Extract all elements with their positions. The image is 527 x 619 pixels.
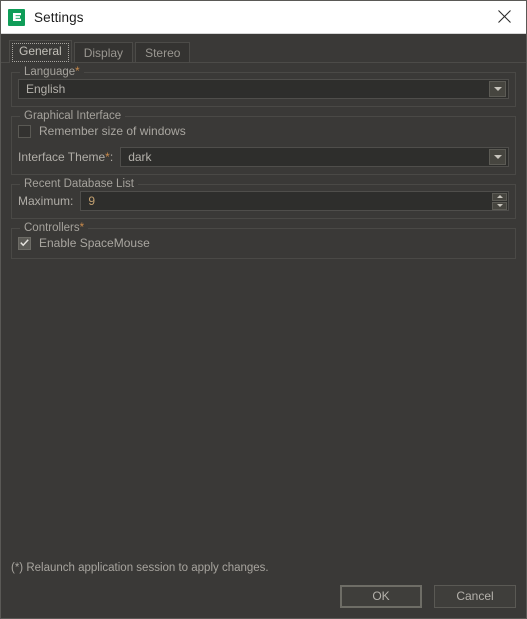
triangle-up-icon[interactable]	[492, 192, 507, 201]
chevron-down-glyph	[493, 87, 502, 91]
maximum-value[interactable]: 9	[81, 194, 492, 208]
group-graphical-interface: Graphical Interface Remember size of win…	[11, 110, 516, 175]
remember-size-checkbox-row[interactable]: Remember size of windows	[18, 123, 509, 139]
group-controllers-title: Controllers*	[20, 222, 89, 234]
maximum-spinner-buttons	[492, 192, 507, 210]
interface-theme-label-colon: :	[109, 150, 114, 164]
remember-size-label: Remember size of windows	[39, 124, 186, 138]
group-recent-database-list-title: Recent Database List	[20, 178, 138, 190]
tab-bar: General Display Stereo	[1, 39, 526, 63]
enable-spacemouse-checkbox[interactable]	[18, 236, 31, 250]
cancel-button[interactable]: Cancel	[434, 585, 516, 608]
group-controllers: Controllers* Enable SpaceMouse	[11, 222, 516, 259]
general-tab-panel: Language* English Graphical Interface Re…	[1, 63, 526, 562]
settings-window: Settings General Display Stereo Language…	[0, 0, 527, 619]
group-recent-database-list: Recent Database List Maximum: 9	[11, 178, 516, 219]
tab-display-label: Display	[83, 46, 124, 60]
group-language-label: Language	[24, 66, 76, 78]
triangle-up-glyph	[496, 195, 503, 198]
relaunch-note: (*) Relaunch application session to appl…	[11, 562, 269, 574]
triangle-down-icon[interactable]	[492, 201, 507, 210]
chevron-down-icon[interactable]	[489, 81, 506, 97]
language-combobox[interactable]: English	[18, 79, 509, 99]
language-value: English	[26, 82, 66, 96]
window-title: Settings	[34, 9, 84, 25]
ok-button-label: OK	[372, 589, 390, 603]
group-language: Language* English	[11, 66, 516, 107]
enable-spacemouse-checkbox-row[interactable]: Enable SpaceMouse	[18, 235, 509, 251]
interface-theme-value: dark	[128, 150, 152, 164]
group-graphical-interface-title: Graphical Interface	[20, 110, 126, 122]
maximum-row: Maximum: 9	[18, 191, 509, 211]
interface-theme-row: Interface Theme*: dark	[18, 147, 509, 167]
checkmark-icon	[20, 239, 29, 247]
ok-button[interactable]: OK	[340, 585, 422, 608]
tab-stereo[interactable]: Stereo	[135, 42, 191, 63]
tab-stereo-label: Stereo	[145, 46, 181, 60]
interface-theme-combobox[interactable]: dark	[120, 147, 509, 167]
triangle-down-glyph	[496, 204, 503, 207]
group-language-title: Language*	[20, 66, 84, 78]
group-controllers-label: Controllers	[24, 222, 80, 234]
title-bar: Settings	[1, 1, 526, 34]
close-icon[interactable]	[482, 1, 526, 32]
tab-general[interactable]: General	[9, 40, 72, 63]
required-marker-icon: *	[79, 222, 85, 234]
tab-general-label: General	[19, 44, 62, 58]
dialog-footer: (*) Relaunch application session to appl…	[1, 562, 526, 618]
chevron-down-glyph	[493, 155, 502, 159]
required-marker-icon: *	[75, 66, 80, 78]
interface-theme-label: Interface Theme*:	[18, 150, 113, 164]
dialog-buttons: OK Cancel	[11, 585, 516, 608]
remember-size-checkbox[interactable]	[18, 124, 31, 138]
app-logo-e-icon	[8, 8, 25, 26]
maximum-spinner[interactable]: 9	[80, 191, 509, 211]
enable-spacemouse-label: Enable SpaceMouse	[39, 236, 150, 250]
interface-theme-label-text: Interface Theme	[18, 150, 106, 164]
maximum-label: Maximum:	[18, 194, 74, 208]
tab-display[interactable]: Display	[73, 42, 134, 63]
cancel-button-label: Cancel	[456, 589, 494, 603]
chevron-down-icon[interactable]	[489, 149, 506, 165]
